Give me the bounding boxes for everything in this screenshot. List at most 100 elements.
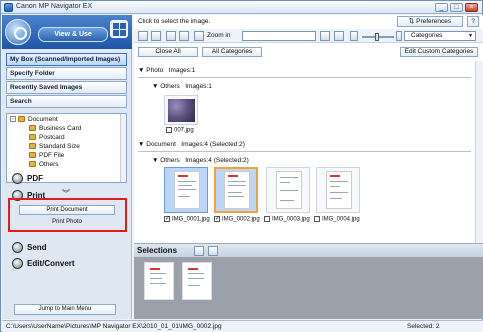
document-page bbox=[276, 171, 302, 209]
collapse-icon[interactable]: ▼ bbox=[138, 67, 146, 74]
toolbar: Zoom in Categories ▼ bbox=[134, 29, 483, 43]
group-photo-others[interactable]: ▼ Others Images:1 bbox=[152, 83, 212, 90]
tree-node-standard-size[interactable]: Standard Size bbox=[29, 143, 80, 151]
checkbox[interactable] bbox=[264, 216, 270, 222]
selections-grid-icon[interactable] bbox=[194, 246, 204, 256]
close-button[interactable]: × bbox=[465, 3, 478, 12]
edit-convert-button[interactable]: Edit/Convert bbox=[12, 257, 75, 271]
help-button[interactable]: ? bbox=[467, 16, 479, 27]
slider-knob[interactable] bbox=[375, 33, 379, 41]
tree-scrollbar[interactable] bbox=[120, 114, 126, 182]
document-page bbox=[147, 265, 171, 297]
send-icon bbox=[12, 242, 23, 254]
status-bar: C:\Users\UserName\Pictures\MP Navigator … bbox=[2, 320, 483, 332]
folder-icon bbox=[18, 116, 25, 123]
image-thumbnail[interactable] bbox=[164, 167, 208, 213]
document-page bbox=[326, 171, 352, 209]
app-window: Canon MP Navigator EX _ □ × View & Use M… bbox=[0, 0, 483, 332]
checkbox[interactable] bbox=[166, 127, 172, 133]
title-bar[interactable]: Canon MP Navigator EX _ □ × bbox=[1, 1, 482, 14]
collapse-icon[interactable]: ▼ bbox=[152, 157, 160, 164]
image-thumbnail[interactable] bbox=[214, 167, 258, 213]
collapse-icon[interactable]: ▼ bbox=[152, 83, 160, 90]
edit-custom-categories-button[interactable]: Edit Custom Categories bbox=[400, 47, 478, 57]
divider bbox=[138, 151, 471, 152]
group-document[interactable]: ▼ Document Images:4 (Selected:2) bbox=[138, 141, 245, 148]
document-page bbox=[174, 171, 200, 209]
jump-to-main-menu-button[interactable]: Jump to Main Menu bbox=[14, 304, 116, 315]
folder-icon bbox=[29, 125, 36, 132]
expand-icon[interactable]: - bbox=[10, 116, 16, 123]
search-refresh-icon[interactable] bbox=[320, 31, 330, 41]
folder-icon bbox=[29, 143, 36, 150]
rotate-left-icon[interactable] bbox=[166, 31, 176, 41]
tree-node-postcard[interactable]: Postcard bbox=[29, 134, 65, 142]
checkbox-checked[interactable]: ✓ bbox=[214, 216, 220, 222]
preferences-button[interactable]: ⇅ Preferences bbox=[397, 16, 463, 27]
app-icon bbox=[4, 3, 13, 12]
close-all-button[interactable]: Close All bbox=[138, 47, 198, 57]
image-label-0002[interactable]: ✓ IMG_0002.jpg bbox=[214, 216, 260, 223]
image-thumbnail[interactable] bbox=[266, 167, 310, 213]
selections-bar: Selections bbox=[134, 243, 483, 257]
status-path: C:\Users\UserName\Pictures\MP Navigator … bbox=[6, 323, 222, 330]
search-options-icon[interactable] bbox=[334, 31, 344, 41]
select-all-icon[interactable] bbox=[138, 31, 148, 41]
pdf-icon bbox=[12, 173, 23, 185]
rotate-right-icon[interactable] bbox=[179, 31, 189, 41]
nav-recently-saved[interactable]: Recently Saved Images bbox=[6, 81, 127, 94]
group-document-others[interactable]: ▼ Others Images:4 (Selected:2) bbox=[152, 157, 249, 164]
checkbox[interactable] bbox=[314, 216, 320, 222]
tree-node-document[interactable]: - Document bbox=[10, 116, 58, 124]
nav-my-box[interactable]: My Box (Scanned/Imported Images) bbox=[6, 53, 127, 66]
tree-node-others[interactable]: Others bbox=[29, 161, 59, 169]
checkbox-checked[interactable]: ✓ bbox=[164, 216, 170, 222]
sidebar-header: View & Use bbox=[2, 15, 132, 49]
image-label-0001[interactable]: ✓ IMG_0001.jpg bbox=[164, 216, 210, 223]
view-grid-icon[interactable] bbox=[151, 31, 161, 41]
sidebar: View & Use My Box (Scanned/Imported Imag… bbox=[2, 15, 132, 319]
image-label-0003[interactable]: IMG_0003.jpg bbox=[264, 216, 310, 223]
tree-node-pdf-file[interactable]: PDF File bbox=[29, 152, 64, 160]
folder-icon bbox=[29, 161, 36, 168]
image-thumbnail[interactable] bbox=[164, 95, 198, 125]
categories-select[interactable]: Categories ▼ bbox=[404, 31, 476, 41]
thumbnail-view-icon[interactable] bbox=[110, 20, 128, 38]
zoom-label: Zoom in bbox=[207, 32, 231, 39]
maximize-button[interactable]: □ bbox=[450, 3, 463, 12]
search-input[interactable] bbox=[242, 31, 316, 41]
tree-node-business-card[interactable]: Business Card bbox=[29, 125, 81, 133]
send-button[interactable]: Send bbox=[12, 241, 47, 255]
image-browser: ▼ Photo Images:1 ▼ Others Images:1 007.j… bbox=[134, 61, 475, 243]
pdf-button[interactable]: PDF bbox=[12, 172, 43, 186]
main-panel: Click to select the image. ⇅ Preferences… bbox=[134, 15, 483, 319]
zoom-in-icon[interactable] bbox=[194, 31, 204, 41]
chevron-down-icon: ▼ bbox=[468, 33, 473, 39]
divider bbox=[138, 77, 471, 78]
navigator-logo-icon bbox=[5, 19, 31, 45]
large-thumb-icon[interactable] bbox=[396, 31, 402, 41]
print-highlight-box bbox=[8, 198, 127, 232]
selected-thumbnail[interactable] bbox=[144, 262, 174, 300]
image-label-007[interactable]: 007.jpg bbox=[166, 127, 194, 134]
image-thumbnail[interactable] bbox=[316, 167, 360, 213]
collapse-icon[interactable]: ▼ bbox=[138, 141, 146, 148]
image-label-0004[interactable]: IMG_0004.jpg bbox=[314, 216, 360, 223]
browser-scrollbar[interactable] bbox=[475, 61, 483, 243]
thumbnail-size-slider[interactable] bbox=[362, 33, 394, 41]
small-thumb-icon[interactable] bbox=[350, 31, 358, 41]
view-use-tab[interactable]: View & Use bbox=[38, 27, 108, 42]
selections-list-icon[interactable] bbox=[208, 246, 218, 256]
all-categories-button[interactable]: All Categories bbox=[202, 47, 262, 57]
instruction-text: Click to select the image. bbox=[138, 18, 211, 25]
group-photo[interactable]: ▼ Photo Images:1 bbox=[138, 67, 195, 74]
selected-thumbnail[interactable] bbox=[182, 262, 212, 300]
nav-specify-folder[interactable]: Specify Folder bbox=[6, 67, 127, 80]
selections-label: Selections bbox=[137, 246, 178, 255]
folder-icon bbox=[29, 152, 36, 159]
status-selected: Selected: 2 bbox=[407, 323, 440, 330]
minimize-button[interactable]: _ bbox=[435, 3, 448, 12]
nav-search[interactable]: Search bbox=[6, 95, 127, 108]
document-page bbox=[224, 171, 250, 209]
photo-image bbox=[168, 99, 195, 122]
